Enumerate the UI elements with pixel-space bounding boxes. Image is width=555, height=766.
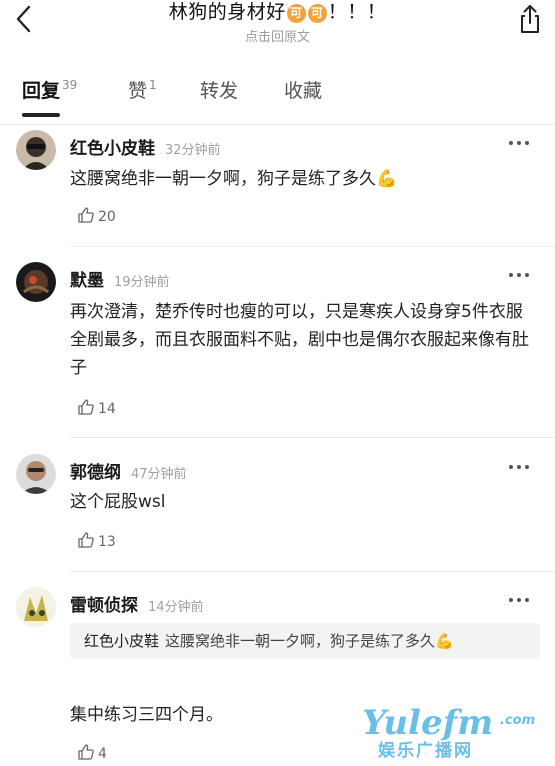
tab-count: 1 — [149, 78, 157, 92]
post-title: 林狗的身材好可可！！！ — [0, 0, 555, 24]
tab-label: 赞 — [128, 80, 148, 102]
more-options-icon[interactable] — [507, 462, 531, 472]
tab-favorites[interactable]: 收藏 — [284, 76, 322, 103]
thumbs-up-icon — [78, 399, 94, 415]
avatar[interactable] — [16, 130, 56, 170]
author-name[interactable]: 默墨 — [70, 271, 104, 291]
like-button[interactable]: 14 — [77, 398, 116, 417]
tab-label: 回复 — [22, 80, 61, 102]
tab-count: 39 — [62, 78, 78, 92]
svg-text:.com: .com — [500, 713, 535, 728]
author-name[interactable]: 红色小皮鞋 — [70, 139, 155, 159]
active-tab-indicator — [22, 113, 60, 117]
comment-author[interactable]: 红色小皮鞋 32分钟前 — [70, 134, 221, 159]
emoji-ke-icon: 可 — [307, 4, 327, 23]
share-icon[interactable] — [515, 2, 545, 36]
title-block[interactable]: 林狗的身材好可可！！！ 点击回原文 — [0, 0, 555, 45]
divider — [0, 124, 555, 125]
svg-text:Yulefm: Yulefm — [362, 703, 493, 743]
like-count: 20 — [98, 209, 116, 225]
comment-author[interactable]: 雷顿侦探 14分钟前 — [70, 591, 204, 616]
divider — [70, 571, 555, 572]
comment-text: 再次澄清，楚乔传时也瘦的可以，只是寒疾人设身穿5件衣服全剧最多，而且衣服面料不贴… — [70, 302, 529, 378]
emoji-ke-icon: 可 — [286, 4, 306, 23]
comment-time: 19分钟前 — [114, 275, 170, 290]
comment-text: 这个屁股wsl — [70, 492, 166, 512]
comment-text: 这腰窝绝非一朝一夕啊，狗子是练了多久💪 — [70, 169, 398, 189]
tab-replies[interactable]: 回复 39 — [22, 76, 77, 103]
title-exclaim: ！！！ — [327, 1, 387, 23]
quoted-text: 这腰窝绝非一朝一夕啊，狗子是练了多久💪 — [165, 632, 454, 650]
comment-time: 14分钟前 — [148, 600, 204, 615]
tab-label: 收藏 — [284, 80, 323, 102]
tab-label: 转发 — [200, 80, 239, 102]
more-options-icon[interactable] — [507, 138, 531, 148]
avatar[interactable] — [16, 587, 56, 627]
watermark-logo: Yulefm .com 娱乐广播网 — [360, 696, 550, 762]
avatar[interactable] — [16, 454, 56, 494]
comment-time: 47分钟前 — [131, 467, 187, 482]
like-button[interactable]: 13 — [77, 531, 116, 550]
like-count: 14 — [98, 401, 116, 417]
svg-text:娱乐广播网: 娱乐广播网 — [378, 740, 473, 761]
like-button[interactable]: 4 — [77, 743, 107, 762]
divider — [70, 246, 555, 247]
thumbs-up-icon — [78, 207, 94, 223]
more-options-icon[interactable] — [507, 270, 531, 280]
quoted-author[interactable]: 红色小皮鞋 — [84, 632, 159, 650]
more-options-icon[interactable] — [507, 595, 531, 605]
thumbs-up-icon — [78, 532, 94, 548]
title-text: 林狗的身材好 — [168, 1, 286, 23]
avatar[interactable] — [16, 262, 56, 302]
like-button[interactable]: 20 — [77, 206, 116, 225]
quoted-reply[interactable]: 红色小皮鞋 这腰窝绝非一朝一夕啊，狗子是练了多久💪 — [70, 623, 540, 659]
thumbs-up-icon — [78, 744, 94, 760]
tab-likes[interactable]: 赞1 — [128, 76, 157, 103]
author-name[interactable]: 郭德纲 — [70, 463, 121, 483]
divider — [70, 437, 555, 438]
tab-reposts[interactable]: 转发 — [200, 76, 238, 103]
author-name[interactable]: 雷顿侦探 — [70, 596, 138, 616]
yulefm-logo-icon: Yulefm .com 娱乐广播网 — [362, 703, 535, 761]
top-bar: 林狗的身材好可可！！！ 点击回原文 — [0, 0, 555, 60]
comment-time: 32分钟前 — [165, 143, 221, 158]
like-count: 4 — [98, 746, 107, 762]
view-original-link[interactable]: 点击回原文 — [0, 26, 555, 45]
comment-author[interactable]: 默墨 19分钟前 — [70, 266, 170, 291]
comment-author[interactable]: 郭德纲 47分钟前 — [70, 458, 187, 483]
like-count: 13 — [98, 534, 116, 550]
